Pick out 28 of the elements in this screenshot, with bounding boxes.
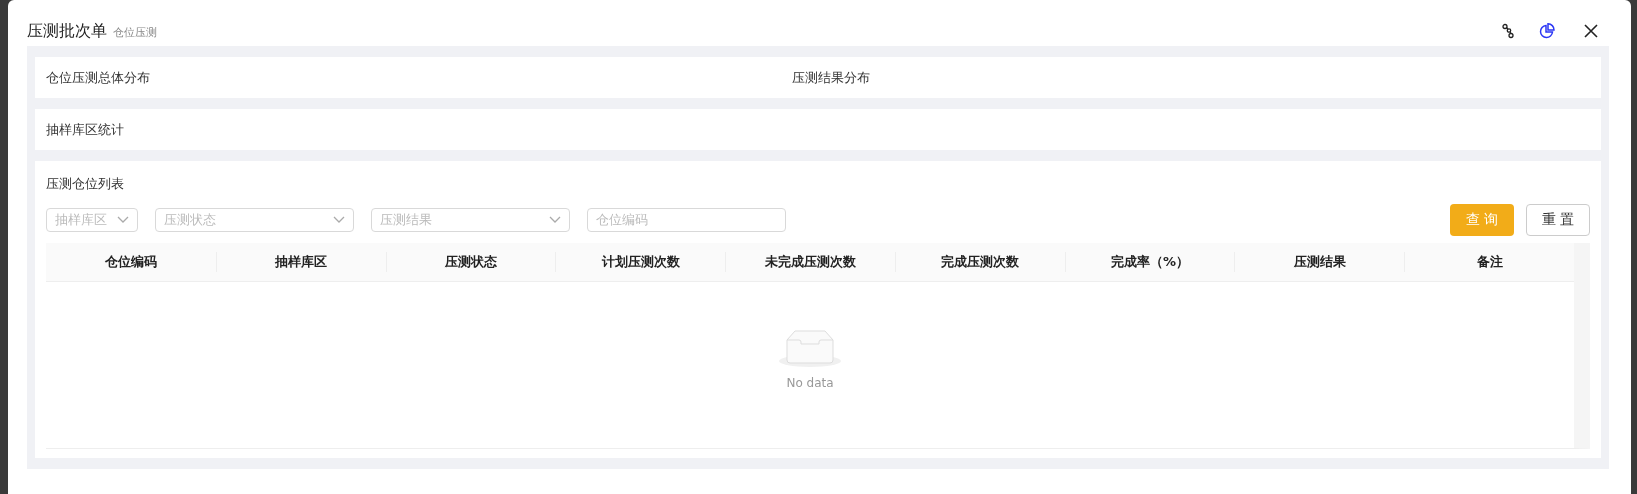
panel-title: 仓位压测总体分布 — [46, 68, 151, 87]
panel-title: 压测结果分布 — [792, 68, 871, 87]
select-field[interactable]: 压测状态 — [155, 207, 354, 232]
dialog-subtitle: 仓位压测 — [113, 25, 157, 40]
chevron-down-icon — [117, 215, 129, 224]
column-header: 抽样库区 — [215, 252, 386, 272]
query-button[interactable]: 查 询 — [1450, 203, 1514, 236]
column-header: 仓位编码 — [103, 253, 158, 271]
close-icon[interactable] — [1582, 22, 1600, 40]
chevron-down-icon — [549, 215, 561, 224]
pie-chart-icon[interactable] — [1538, 22, 1556, 40]
reset-button[interactable]: 重 置 — [1526, 203, 1590, 236]
column-header: 计划压测次数 — [555, 252, 726, 272]
dialog-title: 压测批次单 — [27, 20, 107, 42]
input-field[interactable]: 仓位编码 — [587, 207, 786, 232]
column-header: 未完成压测次数 — [725, 252, 895, 272]
panel-title: 抽样库区统计 — [46, 120, 124, 139]
column-header: 完成压测次数 — [894, 252, 1065, 272]
select-field[interactable]: 压测结果 — [371, 207, 570, 232]
column-header: 压测状态 — [385, 252, 556, 272]
empty-message: No data — [786, 376, 834, 390]
column-header: 完成率（%） — [1064, 252, 1235, 272]
chevron-down-icon — [333, 215, 345, 224]
select-field[interactable]: 抽样库区 — [46, 207, 138, 232]
panel-title: 压测仓位列表 — [46, 175, 124, 193]
column-header: 压测结果 — [1234, 252, 1405, 272]
column-header: 备注 — [1404, 252, 1574, 272]
nodes-icon[interactable] — [1499, 22, 1517, 40]
